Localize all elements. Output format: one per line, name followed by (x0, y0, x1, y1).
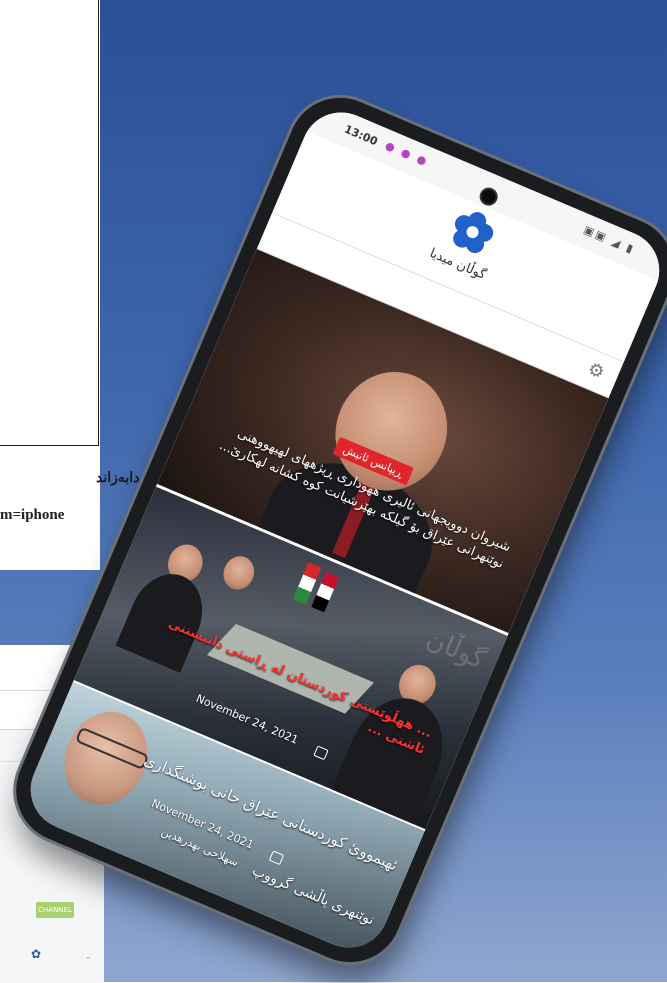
notification-icons: ● ● ● (383, 138, 431, 169)
document-preview-frame (0, 0, 99, 446)
settings-gear-icon[interactable]: ⚙ (585, 358, 608, 384)
peek-chevron-icon: – (86, 953, 91, 963)
calendar-icon (313, 745, 329, 761)
query-caption: m=iphone (0, 507, 65, 523)
peek-logo-icon: ✿ (31, 947, 42, 961)
attendee-head (218, 551, 260, 595)
flower-logo-icon[interactable] (444, 203, 502, 261)
watermark-text: گوڵان (421, 624, 490, 676)
calendar-icon (268, 850, 285, 866)
status-time: 13:00 (342, 122, 380, 149)
peek-chip[interactable]: CHANNEL (36, 902, 74, 918)
